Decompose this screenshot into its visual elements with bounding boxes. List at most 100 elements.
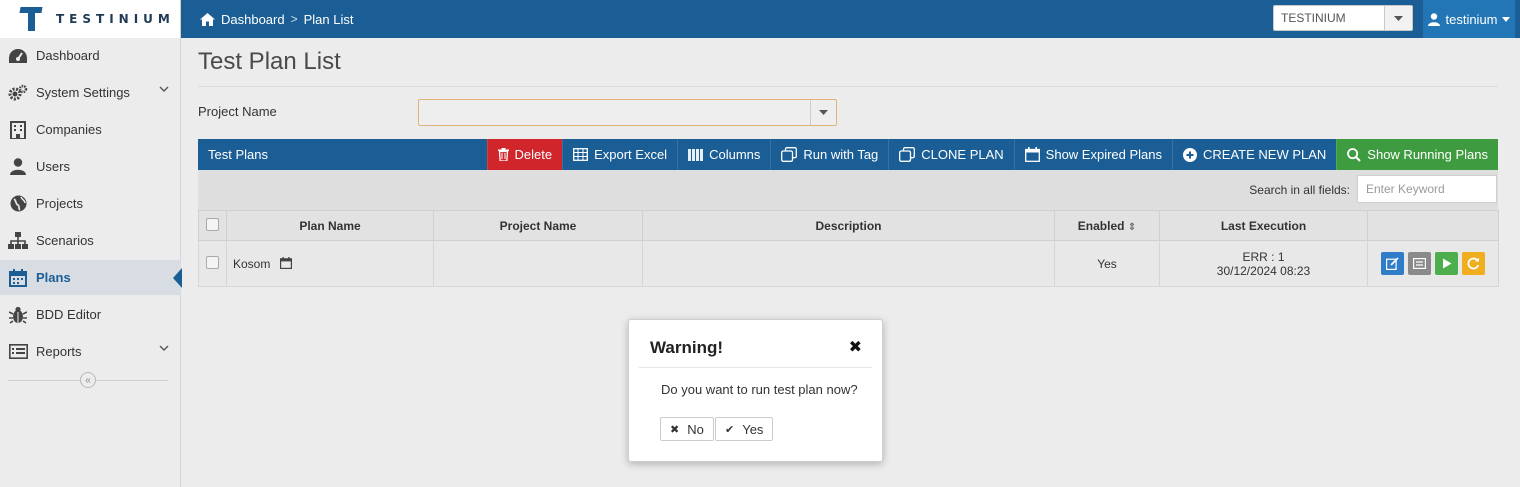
list-icon — [1413, 258, 1426, 270]
sidebar-item-projects[interactable]: Projects — [0, 186, 181, 221]
breadcrumb-current: Plan List — [303, 11, 354, 27]
globe-icon — [8, 194, 28, 214]
yes-button[interactable]: ✔ Yes — [715, 417, 774, 441]
show-running-plans-button-label: Show Running Plans — [1367, 147, 1488, 162]
edit-plan-button[interactable] — [1381, 252, 1404, 275]
dashboard-icon — [8, 46, 28, 66]
calendar-icon[interactable] — [279, 256, 292, 269]
close-icon[interactable]: ✖ — [849, 337, 862, 357]
search-label: Search in all fields: — [1249, 183, 1350, 197]
sidebar-item-dashboard[interactable]: Dashboard — [0, 38, 181, 73]
sidebar-item-label: Projects — [36, 196, 83, 211]
test-plans-toolbar: Test Plans Delete Export Excel Columns R… — [198, 139, 1498, 170]
title-divider — [198, 86, 1498, 87]
table-search-row: Search in all fields: Enter Keyword — [198, 170, 1498, 210]
table-header-row: Plan Name Project Name Description Enabl… — [198, 210, 1499, 241]
enabled-cell: Yes — [1054, 240, 1160, 287]
show-expired-plans-button-label: Show Expired Plans — [1045, 147, 1163, 162]
logo-text: TESTINIUM — [56, 12, 175, 26]
calendar-icon — [8, 268, 28, 288]
last-execution-cell: ERR : 1 30/12/2024 08:23 — [1159, 240, 1368, 287]
columns-icon — [688, 148, 704, 161]
user-menu[interactable]: testinium — [1423, 0, 1515, 38]
breadcrumb-dashboard-link[interactable]: Dashboard — [221, 12, 285, 27]
show-expired-plans-button[interactable]: Show Expired Plans — [1013, 139, 1172, 170]
calendar-icon — [1024, 147, 1040, 162]
dialog-title: Warning! — [650, 338, 724, 357]
clone-plan-button[interactable]: CLONE PLAN — [888, 139, 1013, 170]
columns-button[interactable]: Columns — [677, 139, 770, 170]
plan-name[interactable]: Kosom — [233, 257, 270, 271]
home-icon — [200, 12, 215, 26]
project-name-label: Project Name — [198, 104, 277, 119]
sort-icon: ⇕ — [1127, 221, 1137, 233]
table-row: Kosom Yes ERR : 1 30/12/2024 08:23 — [198, 240, 1499, 287]
refresh-icon — [1467, 257, 1480, 270]
sidebar-item-scenarios[interactable]: Scenarios — [0, 223, 181, 258]
sidebar: Dashboard System Settings Companies User… — [0, 38, 182, 487]
project-name-cell — [433, 240, 643, 287]
search-input[interactable]: Enter Keyword — [1357, 175, 1497, 203]
sidebar-item-label: System Settings — [36, 85, 130, 100]
sidebar-item-system-settings[interactable]: System Settings — [0, 75, 181, 110]
chevron-down-icon — [159, 86, 169, 92]
column-header-plan-name[interactable]: Plan Name — [226, 210, 434, 241]
plus-circle-icon — [1183, 147, 1198, 162]
column-header-last-execution[interactable]: Last Execution — [1159, 210, 1368, 241]
show-running-plans-button[interactable]: Show Running Plans — [1336, 139, 1498, 170]
company-select[interactable]: TESTINIUM — [1273, 5, 1413, 31]
sidebar-collapse-icon[interactable]: « — [80, 372, 96, 388]
select-all-cell — [198, 210, 227, 241]
plan-details-button[interactable] — [1408, 252, 1431, 275]
list-icon — [8, 342, 28, 362]
dialog-message: Do you want to run test plan now? — [661, 382, 858, 397]
table-icon — [573, 148, 589, 161]
export-excel-button[interactable]: Export Excel — [562, 139, 677, 170]
project-name-select[interactable] — [418, 99, 837, 126]
chevron-down-icon[interactable] — [1384, 6, 1412, 30]
run-plan-button[interactable] — [1435, 252, 1458, 275]
sitemap-icon — [8, 231, 28, 251]
close-icon: ✖ — [670, 423, 680, 436]
bug-icon — [8, 305, 28, 325]
check-icon: ✔ — [725, 423, 735, 436]
no-button[interactable]: ✖ No — [660, 417, 714, 441]
column-header-actions — [1367, 210, 1499, 241]
run-with-tag-button-label: Run with Tag — [803, 147, 879, 162]
logo-mark-icon — [20, 7, 42, 31]
play-icon — [1443, 258, 1452, 269]
company-select-value: TESTINIUM — [1281, 11, 1346, 25]
create-new-plan-button[interactable]: CREATE NEW PLAN — [1172, 139, 1336, 170]
clone-icon — [899, 147, 916, 162]
sidebar-item-bdd-editor[interactable]: BDD Editor — [0, 297, 181, 332]
sidebar-item-label: Companies — [36, 122, 102, 137]
sidebar-item-label: Scenarios — [36, 233, 94, 248]
column-header-description[interactable]: Description — [642, 210, 1055, 241]
run-with-tag-button[interactable]: Run with Tag — [770, 139, 888, 170]
select-all-checkbox[interactable] — [206, 217, 219, 231]
rerun-plan-button[interactable] — [1462, 252, 1485, 275]
user-icon — [8, 157, 28, 177]
run-plan-warning-dialog: Warning! ✖ Do you want to run test plan … — [628, 319, 883, 462]
app-logo[interactable]: TESTINIUM — [0, 0, 181, 38]
sidebar-item-label: Plans — [36, 270, 71, 285]
row-checkbox[interactable] — [206, 255, 219, 269]
columns-button-label: Columns — [709, 147, 761, 162]
page-title: Test Plan List — [198, 48, 341, 75]
breadcrumb: Dashboard > Plan List — [200, 0, 354, 38]
column-header-project-name[interactable]: Project Name — [433, 210, 643, 241]
last-execution-time: 30/12/2024 08:23 — [1216, 263, 1311, 278]
sidebar-item-reports[interactable]: Reports — [0, 334, 181, 369]
sidebar-item-companies[interactable]: Companies — [0, 112, 181, 147]
trash-icon — [497, 148, 509, 161]
create-new-plan-button-label: CREATE NEW PLAN — [1203, 147, 1327, 162]
chevron-down-icon[interactable] — [810, 100, 836, 125]
column-header-enabled[interactable]: Enabled ⇕ — [1054, 210, 1160, 241]
column-header-enabled-label: Enabled — [1077, 218, 1125, 233]
user-menu-label: testinium — [1445, 11, 1498, 27]
sidebar-item-plans[interactable]: Plans — [0, 260, 182, 295]
delete-button-label: Delete — [514, 147, 553, 162]
delete-button[interactable]: Delete — [486, 139, 563, 170]
no-button-label: No — [687, 421, 704, 437]
sidebar-item-users[interactable]: Users — [0, 149, 181, 184]
